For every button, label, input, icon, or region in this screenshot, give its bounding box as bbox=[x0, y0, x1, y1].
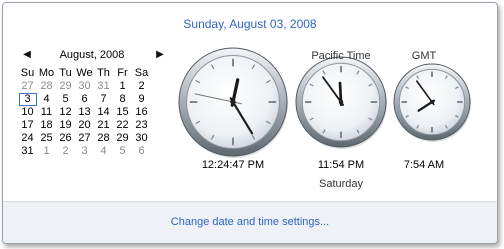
clock-label-gmt: GMT bbox=[411, 50, 437, 62]
analog-clock-local bbox=[178, 47, 288, 158]
clock-time-local: 12:24:47 PM bbox=[201, 159, 265, 171]
clock-center bbox=[230, 99, 236, 105]
clocks-area bbox=[178, 47, 471, 158]
clock-label-pacific: Pacific Time bbox=[311, 50, 371, 62]
analog-clock-pacific bbox=[295, 56, 387, 149]
clock-flyout: Sunday, August 03, 2008 ◀ August, 2008 ▶… bbox=[2, 2, 498, 244]
change-date-time-settings-link[interactable]: Change date and time settings... bbox=[3, 216, 497, 228]
clock-time-pacific: 11:54 PM bbox=[317, 159, 365, 171]
clock-day-pacific: Saturday bbox=[318, 178, 364, 190]
flyout-footer: Change date and time settings... bbox=[3, 201, 497, 243]
clock-time-gmt: 7:54 AM bbox=[403, 159, 445, 171]
clock-center bbox=[430, 100, 434, 104]
clock-center bbox=[338, 99, 344, 105]
analog-clock-gmt bbox=[393, 63, 471, 142]
